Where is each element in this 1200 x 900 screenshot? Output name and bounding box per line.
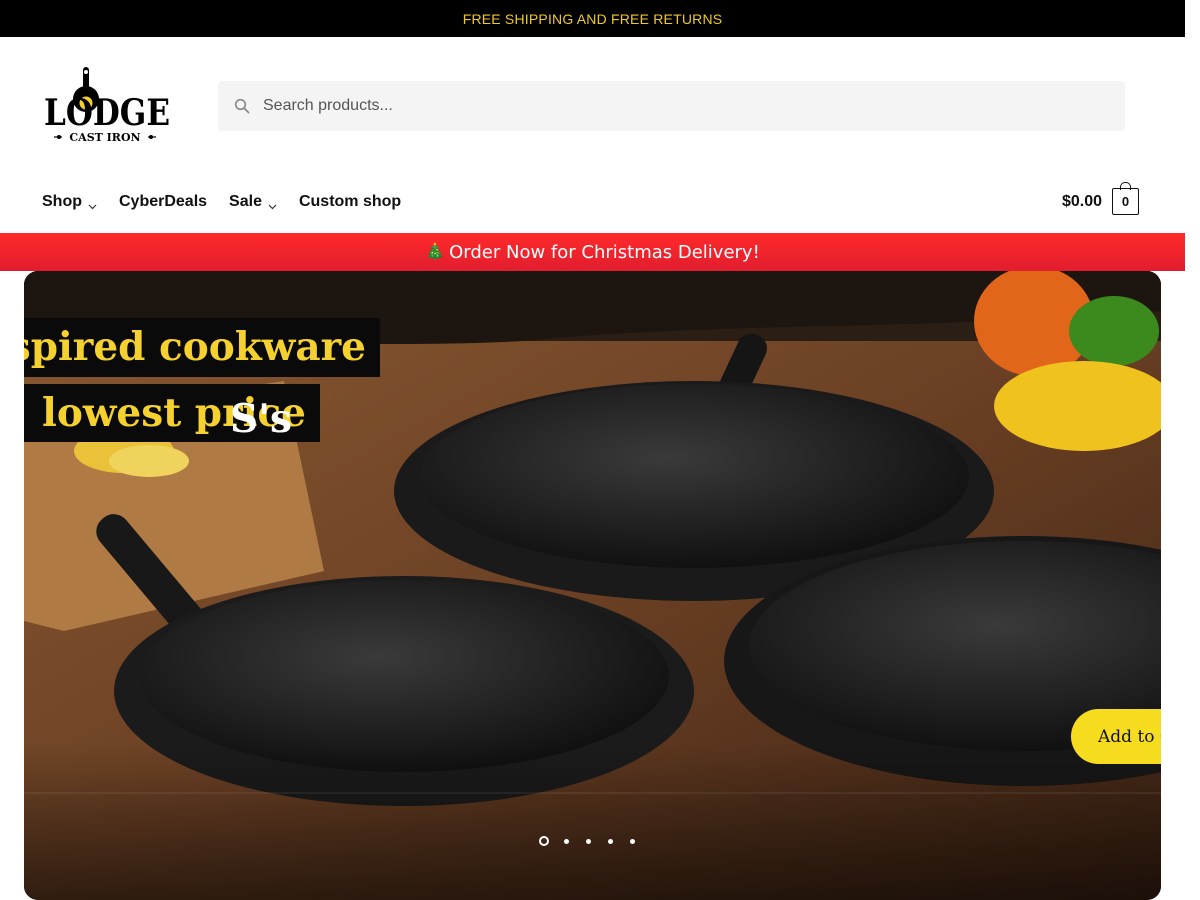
cart-total: $0.00 — [1062, 192, 1103, 210]
site-header: LODGE CAST IRON Shop CyberDeals Sa — [0, 37, 1185, 233]
nav-item-label: Shop — [42, 193, 82, 210]
nav-item-label: Sale — [229, 193, 262, 210]
cart-bag-icon: 0 — [1112, 182, 1140, 215]
promo-text: Order Now for Christmas Delivery! — [449, 241, 760, 263]
hero-slider[interactable]: nspired cookware S's lowest price Add to… — [24, 271, 1161, 900]
nav-item-shop[interactable]: Shop — [42, 193, 97, 211]
search-input[interactable] — [263, 81, 1063, 131]
search-bar[interactable] — [218, 81, 1125, 131]
nav-item-custom-shop[interactable]: Custom shop — [299, 193, 401, 211]
hero-headline-line-2: S's lowest price — [24, 384, 320, 442]
nav-item-cyberdeals[interactable]: CyberDeals — [119, 193, 207, 211]
search-icon — [234, 98, 250, 114]
headline-text: S's lowest price — [42, 390, 306, 442]
headline-text: nspired cookware — [24, 324, 366, 370]
main-nav: Shop CyberDeals Sale Custom shop — [42, 189, 423, 215]
christmas-tree-icon: 🎄 — [425, 244, 446, 261]
slider-dot-1[interactable] — [539, 836, 549, 846]
logo-wordmark: LODGE — [44, 92, 170, 134]
chevron-down-icon — [88, 198, 97, 209]
hero-headline-line-1: nspired cookware — [24, 318, 380, 377]
lodge-logo[interactable]: LODGE CAST IRON — [42, 67, 172, 145]
nav-item-label: CyberDeals — [119, 193, 208, 210]
chevron-down-icon — [268, 198, 277, 209]
slider-pagination — [539, 836, 652, 846]
slider-dot-3[interactable] — [586, 838, 591, 844]
promo-banner[interactable]: 🎄 Order Now for Christmas Delivery! — [0, 233, 1185, 271]
nav-item-label: Custom shop — [298, 193, 402, 210]
slider-dot-4[interactable] — [608, 838, 613, 844]
slider-dot-2[interactable] — [564, 838, 569, 844]
headline-prefix: S's — [229, 396, 292, 442]
cart-button[interactable]: $0.00 0 — [1062, 182, 1140, 215]
cart-count: 0 — [1121, 194, 1130, 209]
announcement-bar: FREE SHIPPING AND FREE RETURNS — [0, 0, 1185, 37]
add-to-cart-button[interactable]: Add to C — [1071, 709, 1161, 764]
slider-dot-5[interactable] — [630, 838, 635, 844]
announcement-text: FREE SHIPPING AND FREE RETURNS — [462, 10, 723, 27]
nav-item-sale[interactable]: Sale — [229, 193, 277, 211]
logo-tagline: CAST IRON — [69, 131, 140, 144]
